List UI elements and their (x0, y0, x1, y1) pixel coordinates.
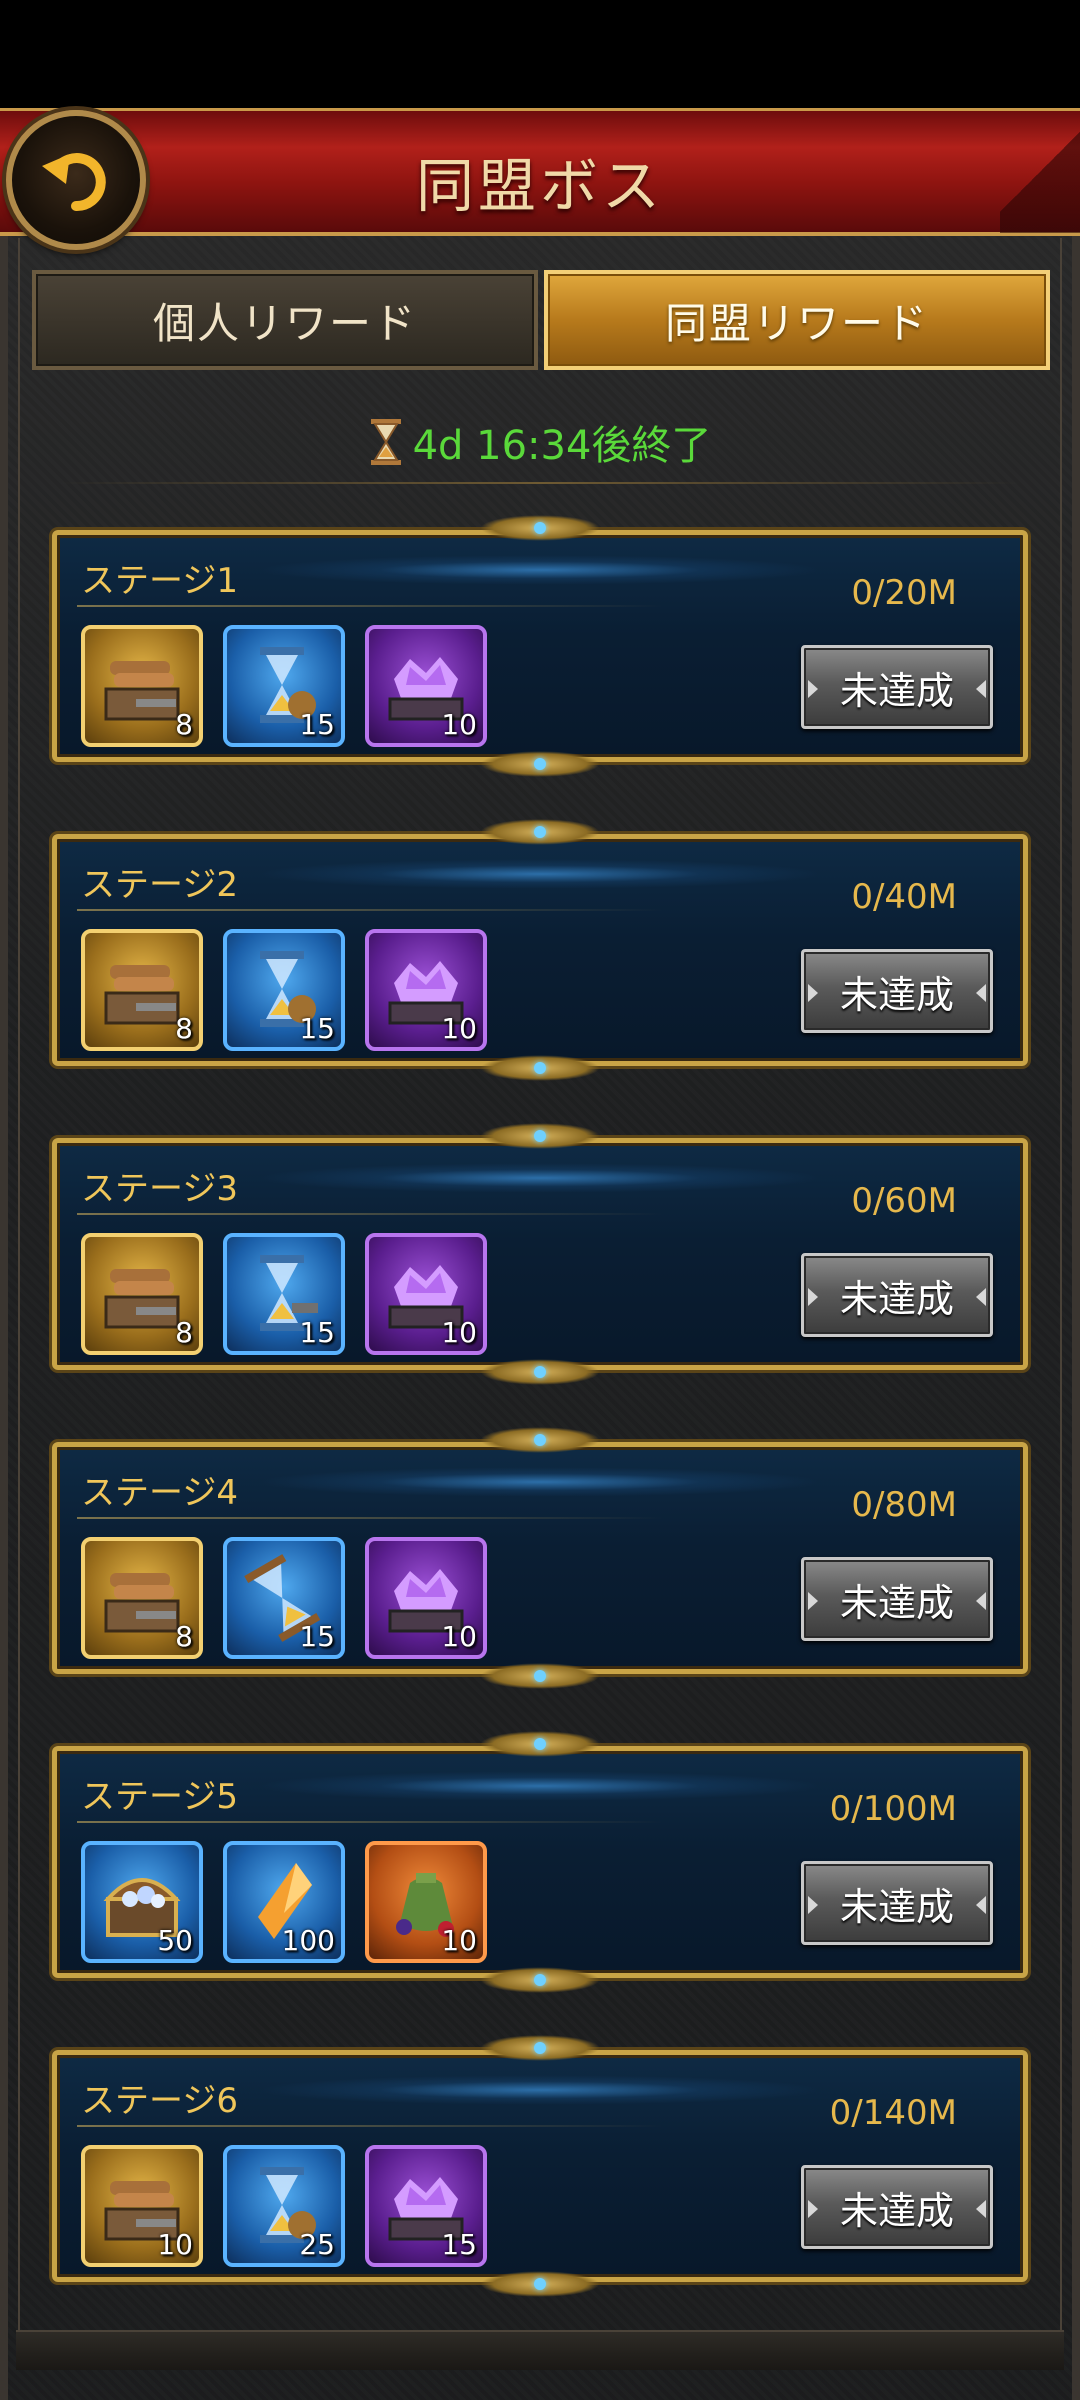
stage-title: ステージ6 (81, 2081, 238, 2121)
reward-item[interactable]: 10 (81, 2145, 203, 2267)
ornament (480, 1427, 600, 1453)
reward-item[interactable]: 8 (81, 625, 203, 747)
item-quantity: 15 (299, 1620, 335, 1653)
event-timer: 4d 16:34後終了 (0, 410, 1080, 474)
stage-title: ステージ4 (81, 1473, 238, 1513)
reward-items: 10 25 15 (81, 2145, 487, 2267)
stage-progress: 0/80M (851, 1485, 957, 1525)
stage-card: ステージ5 0/100M 50 100 10 未達成 (52, 1731, 1028, 1993)
reward-item[interactable]: 100 (223, 1841, 345, 1963)
stage-card: ステージ4 0/80M 8 15 10 未達成 (52, 1427, 1028, 1689)
reward-items: 8 15 10 (81, 625, 487, 747)
back-button[interactable] (6, 110, 146, 250)
tab-alliance-reward[interactable]: 同盟リワード (544, 270, 1050, 370)
reward-item[interactable]: 15 (223, 929, 345, 1051)
stage-title: ステージ1 (81, 561, 238, 601)
item-quantity: 50 (157, 1924, 193, 1957)
reward-item[interactable]: 25 (223, 2145, 345, 2267)
ornament (480, 1731, 600, 1757)
item-quantity: 15 (299, 1316, 335, 1349)
reward-item[interactable]: 15 (223, 1537, 345, 1659)
item-quantity: 10 (441, 1012, 477, 1045)
item-quantity: 8 (175, 1012, 193, 1045)
stage-card: ステージ2 0/40M 8 15 10 未達成 (52, 819, 1028, 1081)
stage-title: ステージ5 (81, 1777, 238, 1817)
reward-item[interactable]: 10 (365, 929, 487, 1051)
item-quantity: 10 (441, 1924, 477, 1957)
ornament (480, 1055, 600, 1081)
status-button[interactable]: 未達成 (801, 1253, 993, 1337)
status-button[interactable]: 未達成 (801, 645, 993, 729)
stage-progress: 0/140M (829, 2093, 957, 2133)
ornament (480, 1359, 600, 1385)
status-button[interactable]: 未達成 (801, 949, 993, 1033)
status-bar (0, 0, 1080, 108)
reward-item[interactable]: 8 (81, 929, 203, 1051)
page-title: 同盟ボス (415, 152, 664, 220)
item-quantity: 10 (157, 2228, 193, 2261)
item-quantity: 8 (175, 708, 193, 741)
stage-title: ステージ3 (81, 1169, 238, 1209)
status-button[interactable]: 未達成 (801, 1861, 993, 1945)
item-quantity: 15 (299, 708, 335, 741)
item-quantity: 10 (441, 1620, 477, 1653)
reward-item[interactable]: 50 (81, 1841, 203, 1963)
item-quantity: 8 (175, 1620, 193, 1653)
divider (60, 482, 1020, 484)
ornament (480, 1123, 600, 1149)
stage-card: ステージ3 0/60M 8 15 10 未達成 (52, 1123, 1028, 1385)
item-quantity: 100 (281, 1924, 335, 1957)
reward-items: 8 15 10 (81, 1233, 487, 1355)
stage-progress: 0/100M (829, 1789, 957, 1829)
reward-item[interactable]: 15 (223, 1233, 345, 1355)
ornament (480, 819, 600, 845)
reward-item[interactable]: 10 (365, 625, 487, 747)
item-quantity: 15 (441, 2228, 477, 2261)
header-bar: 同盟ボス (0, 108, 1080, 236)
reward-item[interactable]: 15 (223, 625, 345, 747)
stage-progress: 0/20M (851, 573, 957, 613)
reward-items: 50 100 10 (81, 1841, 487, 1963)
hourglass-icon (370, 419, 401, 465)
stage-progress: 0/40M (851, 877, 957, 917)
item-quantity: 8 (175, 1316, 193, 1349)
reward-item[interactable]: 8 (81, 1537, 203, 1659)
item-quantity: 25 (299, 2228, 335, 2261)
stage-card: ステージ6 0/140M 10 25 15 未達成 (52, 2035, 1028, 2297)
stage-card: ステージ1 0/20M 8 15 10 未達成 (52, 515, 1028, 777)
status-button[interactable]: 未達成 (801, 2165, 993, 2249)
item-quantity: 10 (441, 708, 477, 741)
back-arrow-icon (42, 153, 106, 212)
reward-item[interactable]: 15 (365, 2145, 487, 2267)
ornament (480, 1663, 600, 1689)
ornament (480, 515, 600, 541)
ornament (480, 2035, 600, 2061)
reward-item[interactable]: 10 (365, 1233, 487, 1355)
ornament (480, 751, 600, 777)
stage-progress: 0/60M (851, 1181, 957, 1221)
reward-items: 8 15 10 (81, 1537, 487, 1659)
reward-item[interactable]: 10 (365, 1537, 487, 1659)
reward-item[interactable]: 8 (81, 1233, 203, 1355)
stage-title: ステージ2 (81, 865, 238, 905)
bottom-frame (16, 2330, 1064, 2370)
reward-item[interactable]: 10 (365, 1841, 487, 1963)
timer-text: 4d 16:34後終了 (412, 423, 712, 469)
ornament (480, 2271, 600, 2297)
item-quantity: 15 (299, 1012, 335, 1045)
status-button[interactable]: 未達成 (801, 1557, 993, 1641)
tab-personal-reward[interactable]: 個人リワード (32, 270, 538, 370)
item-quantity: 10 (441, 1316, 477, 1349)
reward-items: 8 15 10 (81, 929, 487, 1051)
ornament (480, 1967, 600, 1993)
